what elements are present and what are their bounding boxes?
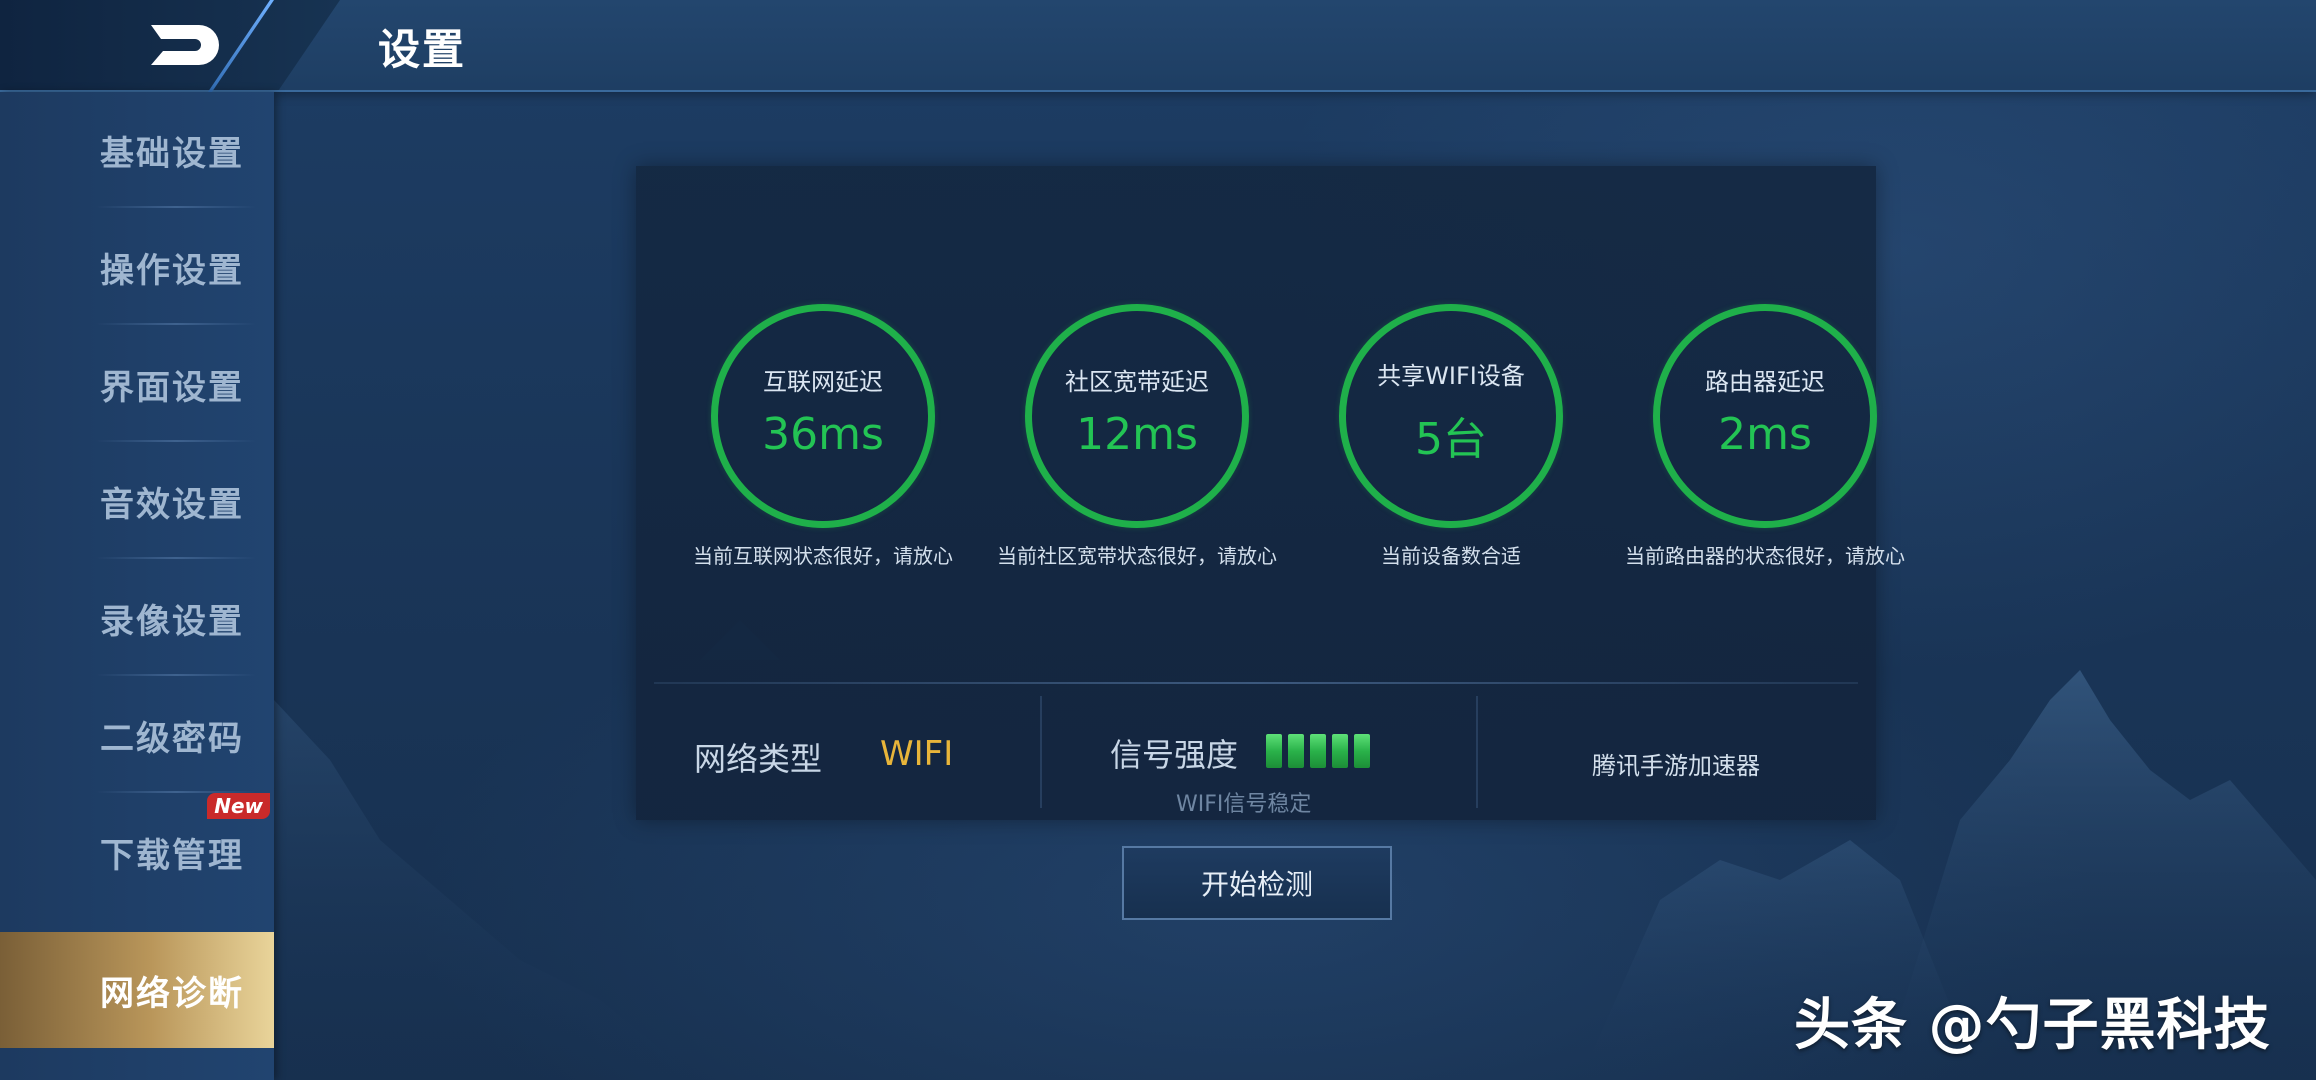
sidebar-item-label: 网络诊断 <box>100 973 244 1014</box>
metric-value: 12ms <box>1076 409 1198 460</box>
status-ring: 共享WIFI设备 5台 <box>1339 304 1563 528</box>
signal-bar <box>1288 734 1304 768</box>
watermark: 头条 @勺子黑科技 <box>1794 993 2271 1058</box>
signal-bar <box>1354 734 1370 768</box>
network-type-label: 网络类型 <box>694 740 823 778</box>
metric-value: 36ms <box>762 409 884 460</box>
column-divider <box>1040 696 1042 808</box>
back-arrow-icon <box>151 25 219 65</box>
metric-label: 路由器延迟 <box>1705 368 1825 396</box>
sidebar-item-label: 录像设置 <box>100 601 244 642</box>
metric-description: 当前互联网状态很好，请放心 <box>693 544 953 568</box>
status-ring: 互联网延迟 36ms <box>711 304 935 528</box>
divider <box>96 674 256 676</box>
network-diagnosis-panel: 互联网延迟 36ms 当前互联网状态很好，请放心 社区宽带延迟 12ms 当前社… <box>636 166 1905 820</box>
sidebar-item-network-diagnosis[interactable]: 网络诊断 <box>0 932 274 1048</box>
network-type-value: WIFI <box>880 734 954 774</box>
metric-label: 社区宽带延迟 <box>1065 368 1209 396</box>
start-detection-button[interactable]: 开始检测 <box>1122 846 1392 920</box>
metric-internet-latency: 互联网延迟 36ms 当前互联网状态很好，请放心 <box>666 304 980 604</box>
sidebar-item-audio[interactable]: 音效设置 <box>0 443 274 559</box>
signal-strength-bars <box>1266 734 1370 768</box>
metric-label: 互联网延迟 <box>763 368 883 396</box>
signal-bar <box>1310 734 1326 768</box>
tencent-accelerator-link[interactable]: 腾讯手游加速器 <box>1592 746 1760 781</box>
metric-value: 5台 <box>1415 413 1487 465</box>
sidebar-item-label: 界面设置 <box>100 367 244 408</box>
sidebar-item-interface[interactable]: 界面设置 <box>0 326 274 442</box>
metric-description: 当前设备数合适 <box>1381 544 1521 568</box>
sidebar: 基础设置 操作设置 界面设置 音效设置 录像设置 二级密码 New 下载管理 网… <box>0 92 274 1080</box>
top-bar: 设置 <box>0 0 2316 96</box>
metric-router-latency: 路由器延迟 2ms 当前路由器的状态很好，请放心 <box>1608 304 1922 604</box>
metric-label: 共享WIFI设备 <box>1377 361 1525 390</box>
divider <box>96 440 256 442</box>
metric-description: 当前社区宽带状态很好，请放心 <box>997 544 1277 568</box>
sidebar-item-basic[interactable]: 基础设置 <box>0 92 274 208</box>
divider <box>96 323 256 325</box>
metric-description: 当前路由器的状态很好，请放心 <box>1625 544 1905 568</box>
metric-community-broadband-latency: 社区宽带延迟 12ms 当前社区宽带状态很好，请放心 <box>980 304 1294 604</box>
new-badge: New <box>207 793 270 819</box>
divider <box>96 206 256 208</box>
sidebar-item-replay[interactable]: 录像设置 <box>0 560 274 676</box>
sidebar-item-label: 基础设置 <box>100 133 244 174</box>
signal-status-note: WIFI信号稳定 <box>1176 792 1312 817</box>
status-ring: 社区宽带延迟 12ms <box>1025 304 1249 528</box>
signal-strength-label: 信号强度 <box>1110 736 1239 774</box>
sidebar-item-label: 二级密码 <box>100 718 244 759</box>
sidebar-item-downloads[interactable]: New 下载管理 <box>0 793 274 910</box>
back-button[interactable] <box>130 14 240 76</box>
signal-bar <box>1266 734 1282 768</box>
status-ring: 路由器延迟 2ms <box>1653 304 1877 528</box>
sidebar-item-label: 音效设置 <box>100 484 244 525</box>
divider <box>96 557 256 559</box>
sidebar-item-controls[interactable]: 操作设置 <box>0 209 274 325</box>
column-divider <box>1476 696 1478 808</box>
metric-shared-wifi-devices: 共享WIFI设备 5台 当前设备数合适 <box>1294 304 1608 604</box>
signal-bar <box>1332 734 1348 768</box>
page-title: 设置 <box>378 25 467 74</box>
network-info-row: 网络类型 WIFI 信号强度 WIFI信号稳定 腾讯手游加速器 <box>636 684 1876 820</box>
sidebar-item-secondary-password[interactable]: 二级密码 <box>0 677 274 793</box>
metric-value: 2ms <box>1718 409 1812 460</box>
sidebar-item-label: 操作设置 <box>100 250 244 291</box>
sidebar-item-label: 下载管理 <box>100 835 244 876</box>
